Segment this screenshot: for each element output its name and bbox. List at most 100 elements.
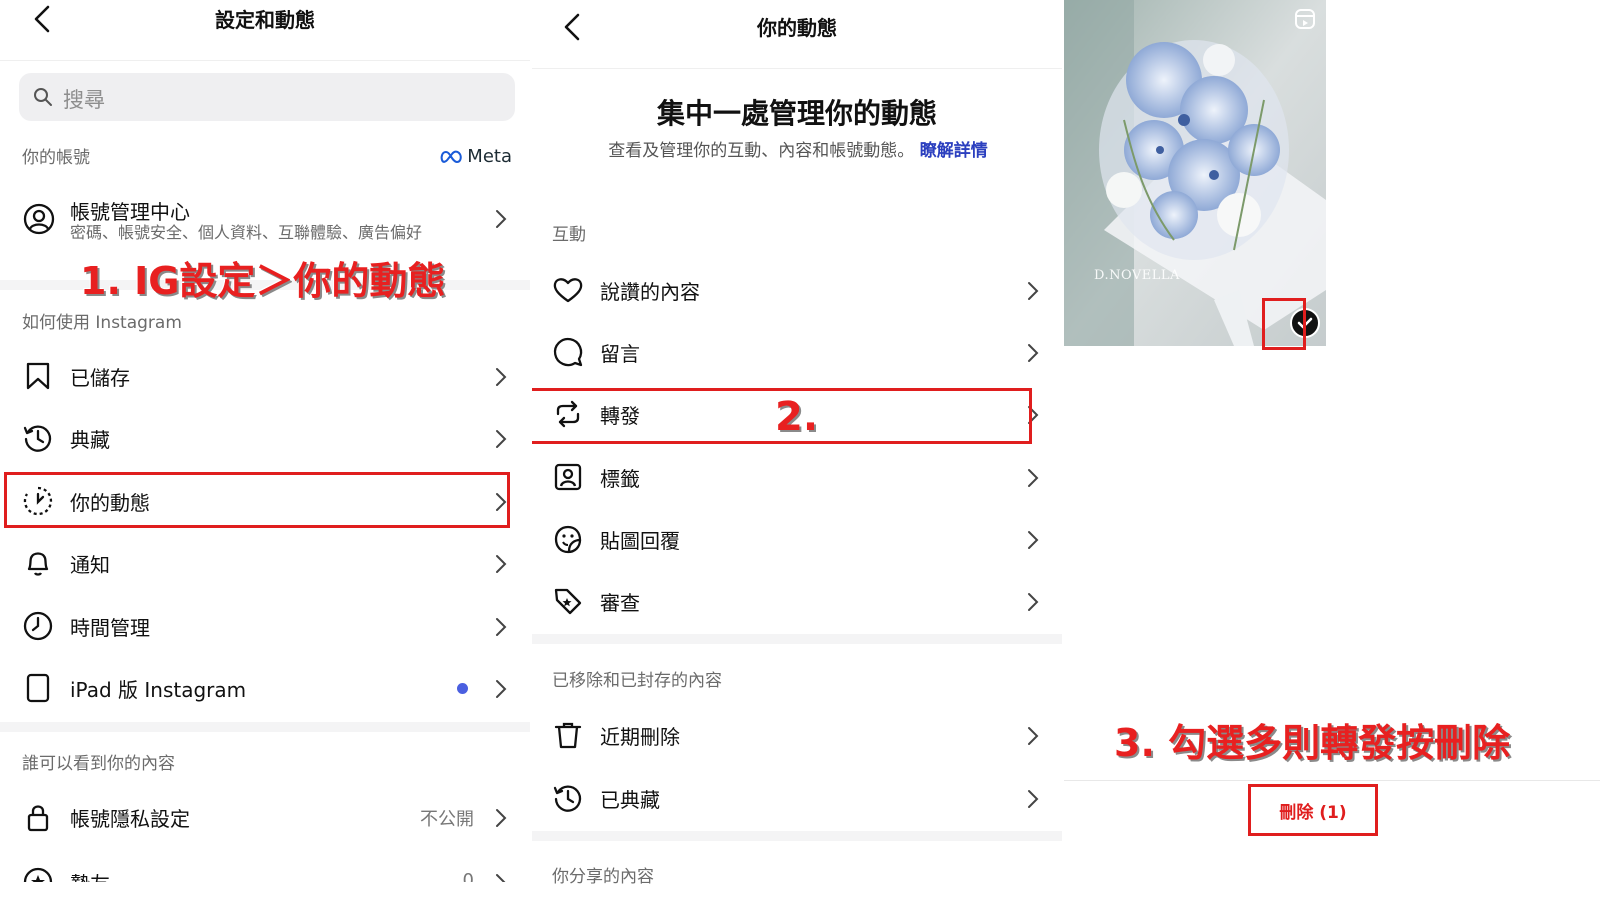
bottom-bar — [1064, 780, 1600, 781]
chevron-right-icon — [1028, 790, 1039, 808]
header: 設定和動態 — [0, 0, 530, 61]
menu-item-label: 典藏 — [70, 428, 110, 452]
reels-icon — [1295, 9, 1315, 29]
step2-annotation: 2. — [775, 394, 819, 440]
menu-item-label: 近期刪除 — [600, 725, 680, 749]
menu-item-likes[interactable]: 說讚的內容 — [532, 260, 1062, 320]
menu-item-notifications[interactable]: 通知 — [0, 533, 530, 593]
menu-item-label: 帳號隱私設定 — [70, 807, 190, 831]
menu-item-label: 貼圖回覆 — [600, 529, 680, 553]
menu-item-label: 審查 — [600, 591, 640, 615]
bell-icon — [27, 552, 49, 576]
section-divider — [532, 634, 1062, 644]
chevron-right-icon — [1028, 531, 1039, 549]
search-placeholder: 搜尋 — [63, 88, 105, 112]
header: 你的動態 — [532, 0, 1062, 69]
comment-icon — [553, 337, 583, 367]
menu-item-time-management[interactable]: 時間管理 — [0, 596, 530, 656]
repost-thumbnail[interactable]: D.NOVELLA — [1064, 0, 1326, 346]
chevron-right-icon — [496, 618, 507, 636]
repost-selection-panel: D.NOVELLA 3. 勾選多則轉發按刪除 刪除 (1) — [1064, 0, 1600, 900]
search-icon — [34, 88, 52, 106]
meta-logo: Meta — [440, 146, 512, 167]
section-how-you-use: 如何使用 Instagram — [22, 313, 182, 333]
section-who-can-see: 誰可以看到你的內容 — [22, 754, 175, 774]
ipad-icon — [26, 673, 50, 703]
section-divider — [0, 722, 530, 732]
activity-panel: 你的動態 集中一處管理你的動態 查看及管理你的互動、內容和帳號動態。 瞭解詳情 … — [532, 0, 1062, 900]
chevron-right-icon — [496, 555, 507, 573]
page-title: 設定和動態 — [215, 8, 315, 32]
bookmark-icon — [26, 362, 50, 390]
chevron-right-icon — [496, 874, 506, 882]
chevron-right-icon — [1028, 344, 1039, 362]
section-your-account: 你的帳號 — [22, 148, 90, 168]
review-icon — [554, 588, 582, 615]
menu-item-label: 已典藏 — [600, 788, 660, 812]
chevron-right-icon — [496, 430, 507, 448]
menu-item-label: 已儲存 — [70, 366, 130, 390]
chevron-right-icon — [1028, 282, 1039, 300]
learn-more-link[interactable]: 瞭解詳情 — [920, 141, 988, 161]
watermark-text: D.NOVELLA — [1094, 268, 1180, 283]
menu-item-label: iPad 版 Instagram — [70, 678, 247, 702]
menu-item-label: 摯友 — [70, 868, 110, 882]
account-center-subtitle: 密碼、帳號安全、個人資料、互聯體驗、廣告偏好 — [70, 223, 423, 242]
menu-item-label: 留言 — [600, 342, 640, 366]
tag-person-icon — [554, 463, 582, 491]
step1-annotation: 1. IG設定＞你的動態 — [80, 259, 446, 303]
chevron-right-icon — [1028, 469, 1039, 487]
flower-bouquet-image — [1064, 0, 1326, 346]
lock-icon — [27, 805, 49, 832]
archive-icon — [553, 785, 582, 812]
hero-subtitle-text: 查看及管理你的互動、內容和帳號動態。 — [608, 141, 915, 161]
sticker-icon — [554, 525, 582, 554]
menu-item-label: 說讚的內容 — [600, 280, 700, 304]
menu-item-ipad-instagram[interactable]: iPad 版 Instagram — [0, 658, 530, 718]
menu-item-saved[interactable]: 已儲存 — [0, 346, 530, 406]
delete-button[interactable]: 刪除 (1) — [1248, 784, 1378, 836]
menu-item-sticker-replies[interactable]: 貼圖回覆 — [532, 509, 1062, 569]
chevron-right-icon — [496, 680, 507, 698]
star-circle-icon — [23, 867, 53, 882]
chevron-right-icon — [496, 210, 507, 228]
clock-icon — [23, 611, 53, 641]
menu-item-label: 時間管理 — [70, 616, 150, 640]
highlight-box — [4, 472, 510, 528]
hero-title: 集中一處管理你的動態 — [656, 97, 937, 130]
chevron-right-icon — [1028, 593, 1039, 611]
search-input[interactable]: 搜尋 — [19, 73, 515, 121]
heart-icon — [553, 278, 583, 303]
section-divider — [532, 831, 1062, 841]
archive-icon — [23, 425, 52, 452]
section-interactions: 互動 — [552, 225, 586, 245]
account-center-title: 帳號管理中心 — [70, 200, 190, 224]
trash-icon — [554, 722, 582, 749]
menu-item-label: 標籤 — [600, 467, 640, 491]
menu-item-recently-deleted[interactable]: 近期刪除 — [532, 705, 1062, 765]
meta-infinity-icon — [440, 150, 463, 163]
notification-dot — [457, 683, 468, 694]
menu-item-tags[interactable]: 標籤 — [532, 447, 1062, 507]
close-friends-count: 0 — [462, 870, 474, 882]
page-title: 你的動態 — [757, 16, 837, 40]
section-content-you-shared: 你分享的內容 — [552, 867, 654, 887]
menu-item-label: 通知 — [70, 553, 110, 577]
highlight-box — [1262, 298, 1306, 350]
chevron-right-icon — [496, 368, 507, 386]
section-removed-archived: 已移除和已封存的內容 — [552, 671, 722, 691]
meta-label: Meta — [467, 146, 512, 167]
menu-item-account-privacy[interactable]: 帳號隱私設定 不公開 — [0, 787, 530, 847]
step3-annotation: 3. 勾選多則轉發按刪除 — [1114, 721, 1511, 765]
menu-item-archive[interactable]: 典藏 — [0, 408, 530, 468]
privacy-value: 不公開 — [420, 809, 474, 830]
menu-item-close-friends[interactable]: 摯友 0 — [0, 852, 530, 882]
menu-item-review[interactable]: 審查 — [532, 571, 1062, 631]
hero-subtitle: 查看及管理你的互動、內容和帳號動態。 瞭解詳情 — [602, 140, 994, 162]
chevron-right-icon — [496, 809, 507, 827]
menu-item-archived[interactable]: 已典藏 — [532, 768, 1062, 828]
menu-item-comments[interactable]: 留言 — [532, 322, 1062, 382]
chevron-right-icon — [1028, 727, 1039, 745]
account-circle-icon — [23, 203, 55, 235]
settings-panel: 設定和動態 搜尋 你的帳號 Meta 帳號管理中心 密碼、帳號安全、個人資料、互… — [0, 0, 530, 900]
